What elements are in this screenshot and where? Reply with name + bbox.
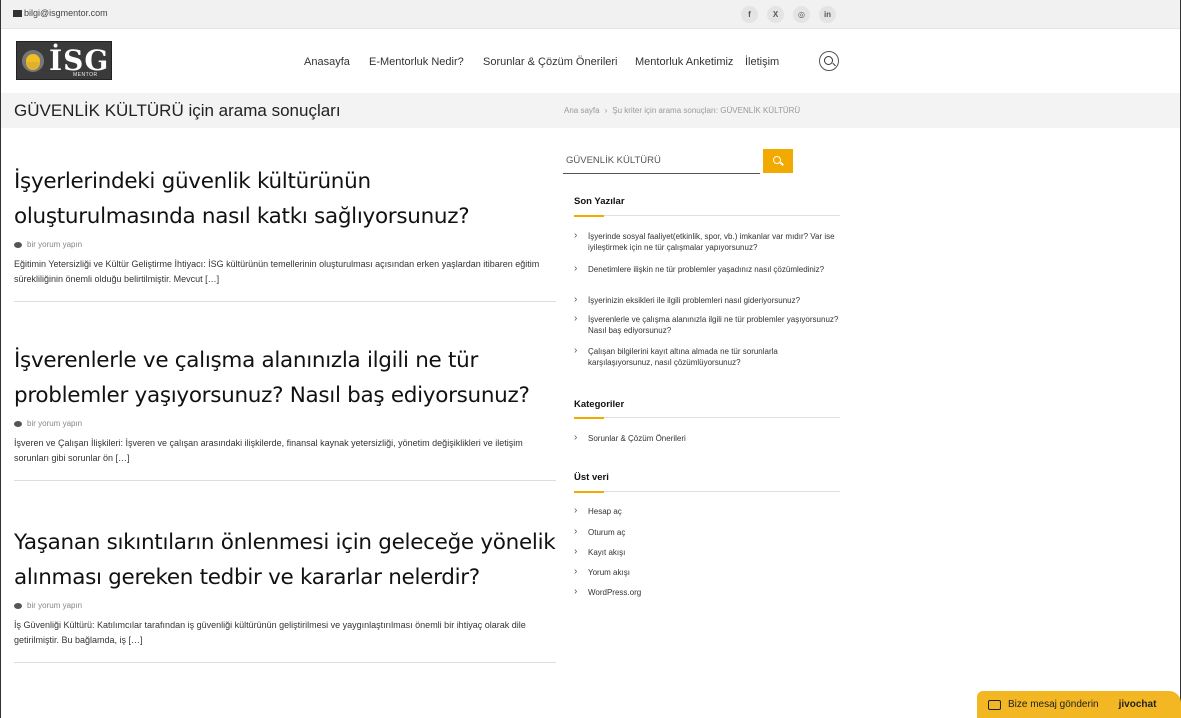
comment-link[interactable]: bir yorum yapın [27, 240, 82, 249]
meta-link-register[interactable]: Hesap aç [574, 505, 840, 517]
message-icon [988, 699, 1001, 710]
chat-tab-corner [1166, 691, 1181, 718]
recent-post-link[interactable]: Denetimlere ilişkin ne tür problemler ya… [574, 263, 840, 275]
post-meta: bir yorum yapın [14, 419, 556, 428]
meta-link-login[interactable]: Oturum aç [574, 526, 840, 538]
x-twitter-icon[interactable]: X [767, 6, 784, 23]
breadcrumb-home[interactable]: Ana sayfa [564, 106, 600, 115]
meta-link-comments-feed[interactable]: Yorum akışı [574, 566, 840, 578]
post-title[interactable]: İşyerlerindeki güvenlik kültürünün oluşt… [14, 164, 556, 234]
nav-item-e-mentorluk[interactable]: E-Mentorluk Nedir? [369, 56, 464, 68]
breadcrumb: Ana sayfa › Şu kriter için arama sonuçları… [564, 106, 800, 115]
linkedin-icon[interactable]: in [819, 6, 836, 23]
comment-icon [14, 241, 22, 248]
sidebar-search-input[interactable]: GÜVENLİK KÜLTÜRÜ [563, 149, 760, 174]
comment-icon [14, 602, 22, 609]
email-text: bilgi@isgmentor.com [24, 8, 108, 18]
breadcrumb-current: Şu kriter için arama sonuçları: GÜVENLİK… [612, 106, 801, 115]
meta-title: Üst veri [574, 472, 609, 483]
comment-link[interactable]: bir yorum yapın [27, 601, 82, 610]
page-title-band: GÜVENLİK KÜLTÜRÜ için arama sonuçları An… [1, 93, 1180, 128]
recent-post-link[interactable]: İşyerinizin eksikleri ile ilgili problem… [574, 294, 840, 306]
top-bar: bilgi@isgmentor.com f X ◎ in [1, 0, 1180, 29]
recent-post-link[interactable]: İşyerinde sosyal faaliyet(etkinlik, spor… [574, 230, 840, 253]
post-title[interactable]: İşverenlerle ve çalışma alanınızla ilgil… [14, 343, 556, 413]
post-excerpt: Eğitimin Yetersizliği ve Kültür Geliştir… [14, 259, 540, 284]
chat-widget[interactable]: Bize mesaj gönderin jivochat [977, 691, 1173, 718]
meta-link-entries-feed[interactable]: Kayıt akışı [574, 546, 840, 558]
widget-divider [574, 417, 840, 419]
post-divider [14, 480, 556, 481]
post-excerpt: İş Güvenliği Kültürü: Katılımcılar taraf… [14, 620, 526, 645]
recent-post-link[interactable]: İşverenlerle ve çalışma alanınızla ilgil… [574, 313, 840, 336]
chat-label: Bize mesaj gönderin [1008, 699, 1099, 710]
facebook-icon[interactable]: f [741, 6, 758, 23]
nav-item-sorunlar[interactable]: Sorunlar & Çözüm Önerileri [483, 56, 618, 68]
nav-item-anket[interactable]: Mentorluk Anketimiz [635, 56, 733, 68]
search-icon[interactable] [819, 51, 839, 71]
post-excerpt: İşveren ve Çalışan İlişkileri: İşveren v… [14, 438, 523, 463]
recent-posts-title: Son Yazılar [574, 196, 625, 207]
recent-post-link[interactable]: Çalışan bilgilerini kayıt altına almada … [574, 345, 840, 368]
post-meta: bir yorum yapın [14, 240, 556, 249]
page-title: GÜVENLİK KÜLTÜRÜ için arama sonuçları [14, 101, 341, 120]
search-result-post: Yaşanan sıkıntıların önlenmesi için gele… [14, 525, 556, 663]
sidebar-search-button[interactable] [763, 149, 793, 173]
contact-email[interactable]: bilgi@isgmentor.com [13, 8, 108, 18]
widget-divider [574, 491, 840, 493]
logo-subtitle: MENTOR [73, 72, 98, 78]
chat-brand: jivochat [1118, 699, 1157, 710]
post-title[interactable]: Yaşanan sıkıntıların önlenmesi için gele… [14, 525, 556, 595]
site-logo[interactable]: İSG MENTOR [16, 41, 112, 80]
category-link[interactable]: Sorunlar & Çözüm Önerileri [574, 432, 840, 444]
meta-link-wordpress[interactable]: WordPress.org [574, 586, 840, 598]
search-result-post: İşyerlerindeki güvenlik kültürünün oluşt… [14, 164, 556, 302]
categories-title: Kategoriler [574, 399, 625, 410]
social-links: f X ◎ in [741, 6, 836, 23]
nav-item-iletisim[interactable]: İletişim [745, 56, 779, 68]
post-meta: bir yorum yapın [14, 601, 556, 610]
instagram-icon[interactable]: ◎ [793, 6, 810, 23]
widget-divider [574, 215, 840, 217]
comment-icon [14, 420, 22, 427]
post-divider [14, 662, 556, 663]
hard-hat-icon [26, 54, 40, 62]
envelope-icon [13, 9, 22, 17]
nav-item-anasayfa[interactable]: Anasayfa [304, 56, 350, 68]
search-result-post: İşverenlerle ve çalışma alanınızla ilgil… [14, 343, 556, 481]
post-divider [14, 301, 556, 302]
breadcrumb-separator: › [604, 106, 608, 115]
comment-link[interactable]: bir yorum yapın [27, 419, 82, 428]
